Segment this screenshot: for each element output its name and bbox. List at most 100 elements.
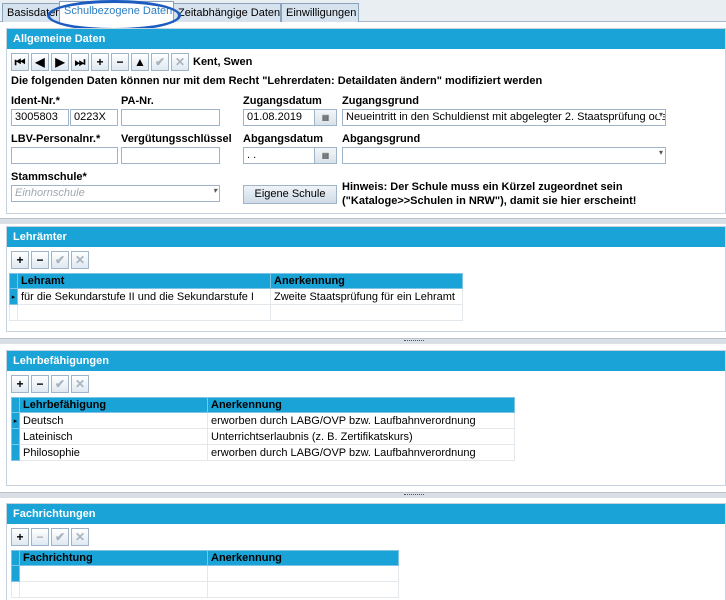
stammschule-placeholder: Einhornschule <box>15 187 85 199</box>
column-header[interactable]: Anerkennung <box>270 273 463 289</box>
table-cell[interactable]: Philosophie <box>19 444 208 461</box>
cancel-icon[interactable]: ✕ <box>171 53 189 71</box>
remove-icon[interactable]: − <box>31 375 49 393</box>
row-selector-header <box>9 273 18 289</box>
table-cell <box>19 565 208 582</box>
tab-basisdaten[interactable]: Basisdaten <box>2 3 60 22</box>
add-icon[interactable]: + <box>91 53 109 71</box>
remove-icon[interactable]: − <box>31 251 49 269</box>
lehraemter-toolbar: + − ✔ ✕ <box>11 251 89 271</box>
verguetung-label: Vergütungsschlüssel <box>121 133 232 145</box>
confirm-icon[interactable]: ✔ <box>51 375 69 393</box>
pa-label: PA-Nr. <box>121 95 154 107</box>
zugangsdatum-label: Zugangsdatum <box>243 95 322 107</box>
table-header-row: Lehramt Anerkennung <box>9 273 463 289</box>
abgangsdatum-field[interactable]: . . ▦ <box>243 147 337 164</box>
row-marker-icon: ▸ <box>9 288 18 305</box>
add-icon[interactable]: + <box>11 251 29 269</box>
row-selector <box>9 304 18 321</box>
calendar-icon[interactable]: ▦ <box>314 110 336 125</box>
row-selector-header <box>11 397 20 413</box>
column-header[interactable]: Fachrichtung <box>19 550 208 566</box>
table-row[interactable]: ▸ Deutsch erworben durch LABG/OVP bzw. L… <box>11 412 515 429</box>
remove-icon[interactable]: − <box>111 53 129 71</box>
panel-title: Lehrbefähigungen <box>7 351 725 371</box>
remove-icon[interactable]: − <box>31 528 49 546</box>
table-cell <box>207 565 399 582</box>
zugangsgrund-select[interactable]: Neueintritt in den Schuldienst mit abgel… <box>342 109 666 126</box>
last-record-icon[interactable]: ⏭ <box>71 53 89 71</box>
table-row[interactable]: Philosophie erworben durch LABG/OVP bzw.… <box>11 444 515 461</box>
splitter-grip <box>404 340 424 342</box>
add-icon[interactable]: + <box>11 528 29 546</box>
table-cell[interactable]: Unterrichtserlaubnis (z. B. Zertifikatsk… <box>207 428 515 445</box>
table-cell[interactable]: Zweite Staatsprüfung für ein Lehramt <box>270 288 463 305</box>
row-selector <box>11 565 20 582</box>
up-icon[interactable]: ▲ <box>131 53 149 71</box>
prev-record-icon[interactable]: ◀ <box>31 53 49 71</box>
panel-title: Allgemeine Daten <box>7 29 725 49</box>
chevron-down-icon: ▾ <box>212 186 217 195</box>
table-cell <box>17 304 271 321</box>
table-cell[interactable]: für die Sekundarstufe II und die Sekunda… <box>17 288 271 305</box>
column-header[interactable]: Anerkennung <box>207 550 399 566</box>
tab-schulbezogene-daten[interactable]: Schulbezogene Daten <box>59 1 174 23</box>
verguetung-field[interactable] <box>121 147 220 164</box>
column-header[interactable]: Anerkennung <box>207 397 515 413</box>
cancel-icon[interactable]: ✕ <box>71 375 89 393</box>
stammschule-select[interactable]: Einhornschule ▾ <box>11 185 220 202</box>
add-icon[interactable]: + <box>11 375 29 393</box>
calendar-icon[interactable]: ▦ <box>314 148 336 163</box>
column-header[interactable]: Lehramt <box>17 273 271 289</box>
abgangsdatum-value: . . <box>247 149 257 161</box>
splitter[interactable] <box>0 218 726 224</box>
table-row[interactable]: ▸ für die Sekundarstufe II und die Sekun… <box>9 288 463 305</box>
eigene-schule-button[interactable]: Eigene Schule <box>243 185 337 204</box>
tab-einwilligungen[interactable]: Einwilligungen <box>281 3 359 22</box>
splitter-grip <box>404 494 424 496</box>
lbv-field[interactable] <box>11 147 118 164</box>
lehrbefaehigungen-toolbar: + − ✔ ✕ <box>11 375 89 395</box>
ident-field-1[interactable]: 3005803 <box>11 109 69 126</box>
table-cell[interactable]: erworben durch LABG/OVP bzw. Laufbahnver… <box>207 412 515 429</box>
pa-field[interactable] <box>121 109 220 126</box>
lehrbefaehigungen-table: Lehrbefähigung Anerkennung ▸ Deutsch erw… <box>11 397 515 461</box>
table-cell[interactable]: erworben durch LABG/OVP bzw. Laufbahnver… <box>207 444 515 461</box>
chevron-down-icon: ▾ <box>658 148 663 157</box>
abgangsgrund-select[interactable]: ▾ <box>342 147 666 164</box>
fachrichtungen-table: Fachrichtung Anerkennung <box>11 550 399 598</box>
splitter[interactable] <box>0 338 726 344</box>
confirm-icon[interactable]: ✔ <box>151 53 169 71</box>
table-cell <box>270 304 463 321</box>
first-record-icon[interactable]: ⏮ <box>11 53 29 71</box>
table-header-row: Lehrbefähigung Anerkennung <box>11 397 515 413</box>
chevron-down-icon: ▾ <box>656 110 663 119</box>
table-row <box>11 565 399 582</box>
row-marker-icon: ▸ <box>11 412 20 429</box>
ident-label: Ident-Nr.* <box>11 95 60 107</box>
table-row <box>11 581 399 598</box>
person-name: Kent, Swen <box>193 56 253 68</box>
panel-lehraemter: Lehrämter + − ✔ ✕ Lehramt Anerkennung ▸ … <box>6 226 726 332</box>
cancel-icon[interactable]: ✕ <box>71 251 89 269</box>
column-header[interactable]: Lehrbefähigung <box>19 397 208 413</box>
table-cell <box>19 581 208 598</box>
zugangsgrund-label: Zugangsgrund <box>342 95 419 107</box>
abgangsdatum-label: Abgangsdatum <box>243 133 324 145</box>
table-cell[interactable]: Lateinisch <box>19 428 208 445</box>
ident-field-2[interactable]: 0223X <box>70 109 118 126</box>
permission-notice: Die folgenden Daten können nur mit dem R… <box>11 75 543 87</box>
confirm-icon[interactable]: ✔ <box>51 528 69 546</box>
cancel-icon[interactable]: ✕ <box>71 528 89 546</box>
tab-bar: Basisdaten Schulbezogene Daten Zeitabhän… <box>0 0 726 31</box>
confirm-icon[interactable]: ✔ <box>51 251 69 269</box>
tab-zeitabhaengige-daten[interactable]: Zeitabhängige Daten <box>173 3 281 22</box>
next-record-icon[interactable]: ▶ <box>51 53 69 71</box>
splitter[interactable] <box>0 492 726 498</box>
table-cell[interactable]: Deutsch <box>19 412 208 429</box>
lehraemter-table: Lehramt Anerkennung ▸ für die Sekundarst… <box>9 273 463 321</box>
hint-line-2: ("Kataloge>>Schulen in NRW"), damit sie … <box>342 195 637 207</box>
abgangsgrund-label: Abgangsgrund <box>342 133 421 145</box>
zugangsdatum-field[interactable]: 01.08.2019 ▦ <box>243 109 337 126</box>
table-row[interactable]: Lateinisch Unterrichtserlaubnis (z. B. Z… <box>11 428 515 445</box>
